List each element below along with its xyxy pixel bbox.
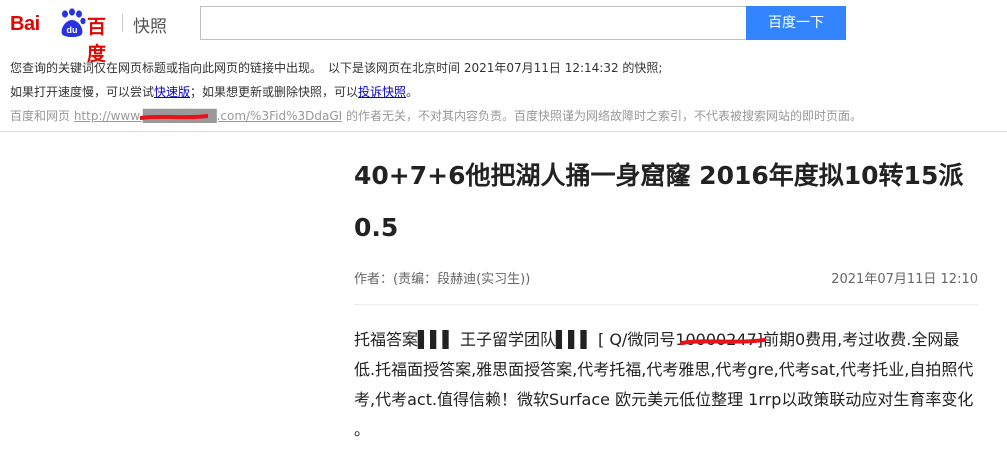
snapshot-notice: 您查询的关键词仅在网页标题或指向此网页的链接中出现。 以下是该网页在北京时间 2…: [10, 61, 663, 75]
article-time: 2021年07月11日 12:10: [831, 272, 978, 287]
search-button[interactable]: 百度一下: [746, 6, 846, 40]
logo-separator: [122, 14, 123, 32]
logo-text-bai: Bai: [10, 13, 40, 35]
snapshot-header: Bai du 百度 快照 百度一下 您查询的关键词仅在网页标题或指向此网页的链接…: [0, 0, 1007, 131]
snapshot-options: 如果打开速度慢，可以尝试快速版；如果想更新或删除快照，可以投诉快照。: [10, 83, 418, 100]
article-author: 作者：(责编：段赫迪(实习生)): [354, 272, 531, 287]
product-name: 快照: [133, 17, 167, 37]
logo-text-baidu-cn: 百度: [87, 16, 106, 65]
disclaimer-prefix: 百度和网页: [10, 109, 74, 123]
disclaimer: 百度和网页 http://www.████████.com/%3Fid%3Dda…: [10, 107, 862, 124]
header-divider: [0, 131, 1007, 132]
paw-icon: du: [61, 8, 86, 37]
article: 40+7+6他把湖人捅一身窟窿 2016年度拟10转15派0.5 作者：(责编：…: [354, 150, 978, 439]
options-prefix: 如果打开速度慢，可以尝试: [10, 85, 155, 99]
baidu-logo[interactable]: Bai du 百度: [10, 6, 114, 65]
article-meta: 作者：(责编：段赫迪(实习生)) 2021年07月11日 12:10: [354, 268, 978, 287]
options-mid: ；如果想更新或删除快照，可以: [190, 85, 359, 99]
article-body: 托福答案▌▌▌ 王子留学团队▌▌▌ [ Q/微同号10000247]前期0费用,…: [354, 330, 974, 439]
fast-version-link[interactable]: 快速版: [154, 85, 190, 99]
complain-snapshot-link[interactable]: 投诉快照: [358, 85, 406, 99]
logo-text-du: du: [67, 25, 78, 35]
options-suffix: 。: [406, 85, 419, 99]
source-url-link[interactable]: http://www.████████.com/%3Fid%3DdaGI: [74, 109, 342, 123]
disclaimer-suffix: 的作者无关，不对其内容负责。百度快照谨为网络故障时之索引，不代表被搜索网站的即时…: [342, 109, 862, 123]
redaction-mark: [140, 114, 208, 120]
redaction-mark: [680, 338, 766, 345]
meta-divider: [354, 304, 978, 305]
search-input[interactable]: [200, 6, 746, 40]
article-title: 40+7+6他把湖人捅一身窟窿 2016年度拟10转15派0.5: [354, 161, 964, 242]
